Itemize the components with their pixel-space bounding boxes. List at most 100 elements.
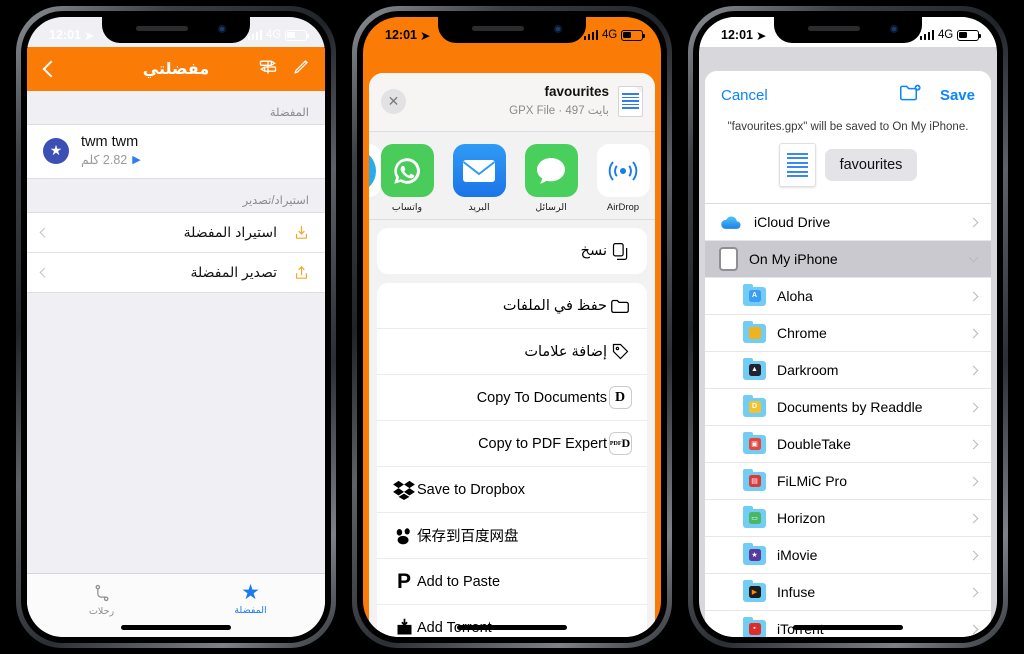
save-panel: Cancel Save "favourites.gpx" will be sav… [705, 71, 991, 637]
share-app-airdrop[interactable]: AirDrop [595, 144, 651, 213]
home-indicator[interactable] [793, 625, 903, 630]
phone-left: 12:01 ➤ 4G مفضلتي المفضلة ★ twm twm ▶ 2.… [16, 6, 336, 648]
location-folder-aloha[interactable]: A Aloha [705, 278, 991, 315]
phone-middle: 12:01 ➤ 4G ✕ favourites GPX File · 497 ب… [352, 6, 672, 648]
chevron-right-icon [968, 328, 979, 338]
star-icon: ★ [241, 581, 260, 604]
chevron-right-icon [968, 624, 979, 634]
close-icon[interactable]: ✕ [381, 88, 406, 114]
favorite-row[interactable]: ★ twm twm ▶ 2.82 كلم [27, 124, 325, 179]
iphone-icon [719, 247, 738, 271]
action-add-torrent[interactable]: Add Torrent [377, 605, 647, 637]
location-arrow-icon: ➤ [755, 28, 767, 43]
location-folder-imovie[interactable]: ★ iMovie [705, 537, 991, 574]
pdfexpert-icon: D PDF [607, 431, 633, 457]
share-app-messages[interactable]: الرسائل [523, 144, 579, 213]
location-arrow-icon: ➤ [419, 28, 431, 43]
app-badge-icon: ▤ [748, 474, 761, 487]
icloud-icon [719, 213, 743, 231]
filename-input[interactable]: favourites [824, 149, 918, 181]
screen-share-sheet: 12:01 ➤ 4G ✕ favourites GPX File · 497 ب… [363, 17, 661, 637]
front-camera-icon [890, 25, 898, 33]
star-badge-icon: ★ [43, 137, 69, 164]
shared-file-name: favourites [544, 84, 609, 99]
mail-icon [452, 144, 506, 197]
action-add-to-paste[interactable]: P Add to Paste [377, 559, 647, 605]
locations-list: iCloud Drive On My iPhone A Aloha Chrome [705, 203, 991, 637]
screen-save-to-files: 12:01 ➤ 4G Cancel Save "favourites.gpx" … [699, 17, 997, 637]
location-folder-infuse[interactable]: ▶ Infuse [705, 574, 991, 611]
action-copy-to-pdf-expert[interactable]: D PDF Copy to PDF Expert [377, 421, 647, 467]
notch [774, 17, 922, 43]
location-folder-doubletake[interactable]: ▣ DoubleTake [705, 426, 991, 463]
network-label: 4G [602, 29, 617, 41]
battery-icon [957, 29, 982, 41]
paste-icon: P [396, 569, 411, 593]
shared-file-meta: GPX File · 497 بايت [509, 105, 609, 117]
folder-icon [607, 293, 633, 319]
location-folder-filmic-pro[interactable]: ▤ FiLMiC Pro [705, 463, 991, 500]
location-label: DoubleTake [777, 436, 851, 452]
filename-editor: favourites [705, 143, 991, 203]
notch [438, 17, 586, 43]
export-favorites-row[interactable]: تصدير المفضلة [27, 253, 325, 293]
location-label: iCloud Drive [754, 214, 831, 230]
pencil-icon[interactable] [292, 57, 311, 81]
baidu-icon [391, 523, 417, 549]
messages-icon [524, 144, 578, 197]
home-indicator[interactable] [457, 625, 567, 630]
location-icloud-drive[interactable]: iCloud Drive [705, 204, 991, 241]
action-save-to-files[interactable]: حفظ في الملفات [377, 283, 647, 329]
location-folder-documents-by-readdle[interactable]: D Documents by Readdle [705, 389, 991, 426]
location-label: Infuse [777, 584, 816, 600]
screen-favorites: 12:01 ➤ 4G مفضلتي المفضلة ★ twm twm ▶ 2.… [27, 17, 325, 637]
airdrop-icon [596, 144, 650, 197]
front-camera-icon [554, 25, 562, 33]
save-panel-toolbar: Cancel Save [705, 71, 991, 114]
share-app-mail[interactable]: البريد [451, 144, 507, 213]
favorites-list: ★ twm twm ▶ 2.82 كلم [27, 124, 325, 179]
location-folder-horizon[interactable]: ▭ Horizon [705, 500, 991, 537]
speaker-icon [472, 26, 524, 31]
share-action-group-1: نسخ [377, 228, 647, 274]
location-on-my-iphone[interactable]: On My iPhone [705, 241, 991, 278]
torrent-icon [391, 615, 417, 638]
chevron-right-icon [968, 587, 979, 597]
phone-right: 12:01 ➤ 4G Cancel Save "favourites.gpx" … [688, 6, 1008, 648]
import-favorites-row[interactable]: استيراد المفضلة [27, 213, 325, 253]
network-label: 4G [938, 29, 953, 41]
signal-icon [919, 30, 935, 40]
signpost-icon[interactable] [258, 57, 278, 82]
location-label: On My iPhone [749, 251, 838, 267]
location-folder-chrome[interactable]: Chrome [705, 315, 991, 352]
export-favorites-label: تصدير المفضلة [190, 264, 277, 280]
action-save-to-baidu[interactable]: 保存到百度网盘 [377, 513, 647, 559]
copy-icon [607, 238, 633, 264]
folder-icon: ▣ [743, 431, 766, 454]
action-label: Save to Dropbox [417, 481, 526, 498]
share-app-label: واتساب [391, 202, 423, 213]
app-badge-icon: ★ [748, 548, 761, 561]
chevron-right-icon [968, 439, 979, 449]
action-copy-to-documents[interactable]: D Copy To Documents [377, 375, 647, 421]
location-arrow-icon: ➤ [83, 28, 95, 43]
chevron-right-icon [968, 513, 979, 523]
home-indicator[interactable] [121, 625, 231, 630]
save-button[interactable]: Save [940, 87, 975, 104]
action-copy[interactable]: نسخ [377, 228, 647, 274]
front-camera-icon [218, 25, 226, 33]
action-save-to-dropbox[interactable]: Save to Dropbox [377, 467, 647, 513]
action-add-tags[interactable]: إضافة علامات [377, 329, 647, 375]
document-icon [778, 143, 816, 187]
location-label: iMovie [777, 547, 818, 563]
location-folder-itorrent[interactable]: ▪ iTorrent [705, 611, 991, 637]
new-folder-icon[interactable] [899, 83, 922, 108]
location-folder-darkroom[interactable]: ▲ Darkroom [705, 352, 991, 389]
folder-icon: ▤ [743, 468, 766, 491]
cancel-button[interactable]: Cancel [721, 87, 768, 104]
share-app-whatsapp[interactable]: واتساب [379, 144, 435, 213]
direction-marker-icon: ▶ [132, 154, 141, 166]
route-icon [95, 584, 108, 601]
phone-bezel: 12:01 ➤ 4G مفضلتي المفضلة ★ twm twm ▶ 2.… [21, 11, 331, 643]
action-label: إضافة علامات [524, 343, 607, 360]
